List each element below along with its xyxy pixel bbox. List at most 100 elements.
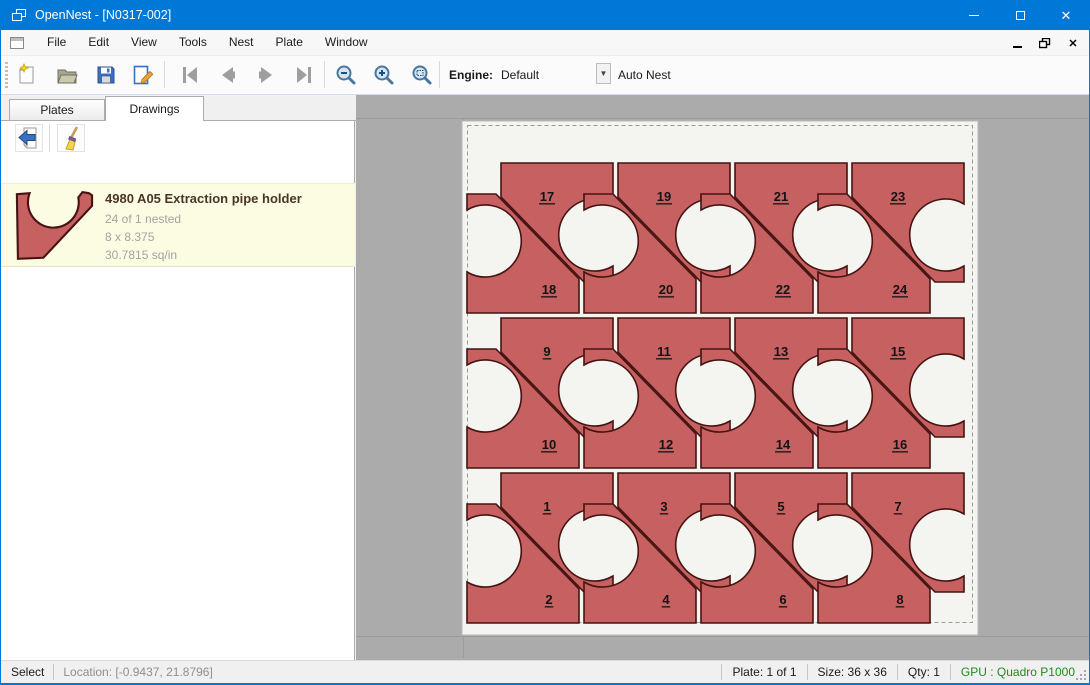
status-mode: Select xyxy=(11,665,44,679)
part-number: 11 xyxy=(657,344,671,359)
title-bar: OpenNest - [N0317-002] ✕ xyxy=(1,0,1089,30)
nav-prev-icon xyxy=(216,63,240,87)
prev-plate-button[interactable] xyxy=(215,61,241,88)
mdi-restore-button[interactable] xyxy=(1035,34,1055,52)
part-number: 23 xyxy=(891,189,905,204)
nav-first-icon xyxy=(178,63,202,87)
status-size: Size: 36 x 36 xyxy=(818,665,887,679)
menu-file[interactable]: File xyxy=(36,30,77,55)
nest-canvas[interactable]: 171921231820222491113151012141613572468 xyxy=(356,95,1090,660)
part-number: 2 xyxy=(545,592,552,607)
app-icon xyxy=(12,9,27,22)
part-number: 24 xyxy=(893,282,908,297)
part-number: 5 xyxy=(777,499,784,514)
status-location: Location: [-0.9437, 21.8796] xyxy=(63,665,212,679)
part-number: 22 xyxy=(776,282,790,297)
status-bar: Select Location: [-0.9437, 21.8796] Plat… xyxy=(1,660,1089,683)
status-gpu: GPU : Quadro P1000 xyxy=(961,665,1075,679)
menu-bar: File Edit View Tools Nest Plate Window ✕ xyxy=(1,30,1089,56)
save-icon xyxy=(94,63,118,87)
part-number: 19 xyxy=(657,189,671,204)
zoom-in-icon xyxy=(372,63,396,87)
tab-plates[interactable]: Plates xyxy=(9,99,105,121)
save-button[interactable] xyxy=(93,61,119,88)
save-edit-button[interactable] xyxy=(130,61,156,88)
status-separator xyxy=(53,664,54,680)
window-title: OpenNest - [N0317-002] xyxy=(35,8,171,22)
minimize-icon xyxy=(969,15,979,16)
close-button[interactable]: ✕ xyxy=(1043,0,1089,30)
part-number: 12 xyxy=(659,437,673,452)
part-number: 17 xyxy=(540,189,554,204)
part-number: 10 xyxy=(542,437,556,452)
app-window: OpenNest - [N0317-002] ✕ File Edit View … xyxy=(0,0,1090,685)
mdi-child-icon[interactable] xyxy=(10,37,24,49)
menu-edit[interactable]: Edit xyxy=(77,30,120,55)
nest-canvas-svg: 171921231820222491113151012141613572468 xyxy=(356,95,1090,660)
zoom-extents-button[interactable] xyxy=(409,61,435,88)
status-separator xyxy=(807,664,808,680)
part-number: 14 xyxy=(776,437,791,452)
zoom-out-button[interactable] xyxy=(333,61,359,88)
new-file-button[interactable] xyxy=(16,61,42,88)
maximize-button[interactable] xyxy=(997,0,1043,30)
zoom-in-button[interactable] xyxy=(371,61,397,88)
drawing-dimensions: 8 x 8.375 xyxy=(105,230,154,244)
status-plate: Plate: 1 of 1 xyxy=(732,665,796,679)
tab-drawings[interactable]: Drawings xyxy=(105,96,204,121)
auto-nest-button[interactable]: Auto Nest xyxy=(618,68,671,82)
sidebar: Plates Drawings xyxy=(1,95,356,660)
part-number: 1 xyxy=(543,499,550,514)
menu-plate[interactable]: Plate xyxy=(265,30,314,55)
menu-tools[interactable]: Tools xyxy=(168,30,218,55)
mdi-close-button[interactable]: ✕ xyxy=(1063,34,1083,52)
mdi-minimize-button[interactable] xyxy=(1007,34,1027,52)
move-to-plates-icon xyxy=(16,125,42,151)
mdi-close-icon: ✕ xyxy=(1068,37,1077,50)
part-number: 20 xyxy=(659,282,673,297)
clear-broom-icon xyxy=(58,125,84,151)
drawing-thumbnail xyxy=(13,190,97,262)
status-separator xyxy=(721,664,722,680)
drawing-area: 30.7815 sq/in xyxy=(105,248,177,262)
open-button[interactable] xyxy=(54,61,80,88)
move-to-plates-button[interactable] xyxy=(15,124,43,152)
part-number: 8 xyxy=(896,592,903,607)
part-number: 9 xyxy=(543,344,550,359)
menu-nest[interactable]: Nest xyxy=(218,30,265,55)
nav-last-icon xyxy=(292,63,316,87)
status-separator xyxy=(950,664,951,680)
menu-view[interactable]: View xyxy=(120,30,168,55)
part-number: 4 xyxy=(662,592,670,607)
part-number: 15 xyxy=(891,344,905,359)
drawing-nested-count: 24 of 1 nested xyxy=(105,212,181,226)
drawing-title: 4980 A05 Extraction pipe holder xyxy=(105,191,302,206)
toolbar-grip xyxy=(5,62,8,89)
clear-drawings-button[interactable] xyxy=(57,124,85,152)
first-plate-button[interactable] xyxy=(177,61,203,88)
mdi-restore-icon xyxy=(1039,38,1051,49)
last-plate-button[interactable] xyxy=(291,61,317,88)
close-icon: ✕ xyxy=(1061,9,1072,22)
open-folder-icon xyxy=(55,63,79,87)
next-plate-button[interactable] xyxy=(253,61,279,88)
status-qty: Qty: 1 xyxy=(908,665,940,679)
drawing-list-item[interactable]: 4980 A05 Extraction pipe holder 24 of 1 … xyxy=(1,183,355,267)
status-separator xyxy=(897,664,898,680)
drawings-panel: 4980 A05 Extraction pipe holder 24 of 1 … xyxy=(1,121,355,660)
part-number: 21 xyxy=(774,189,788,204)
part-number: 18 xyxy=(542,282,556,297)
mdi-minimize-icon xyxy=(1013,46,1022,48)
menu-window[interactable]: Window xyxy=(314,30,379,55)
engine-combobox[interactable]: Default xyxy=(501,68,539,82)
resize-grip[interactable] xyxy=(1076,670,1087,681)
part-number: 7 xyxy=(894,499,901,514)
part-number: 3 xyxy=(660,499,667,514)
minimize-button[interactable] xyxy=(951,0,997,30)
save-edit-icon xyxy=(131,63,155,87)
engine-label: Engine: xyxy=(449,68,493,82)
engine-combo-arrow-icon[interactable]: ▼ xyxy=(596,63,611,84)
zoom-out-icon xyxy=(334,63,358,87)
zoom-extents-icon xyxy=(410,63,434,87)
new-file-icon xyxy=(17,63,41,87)
